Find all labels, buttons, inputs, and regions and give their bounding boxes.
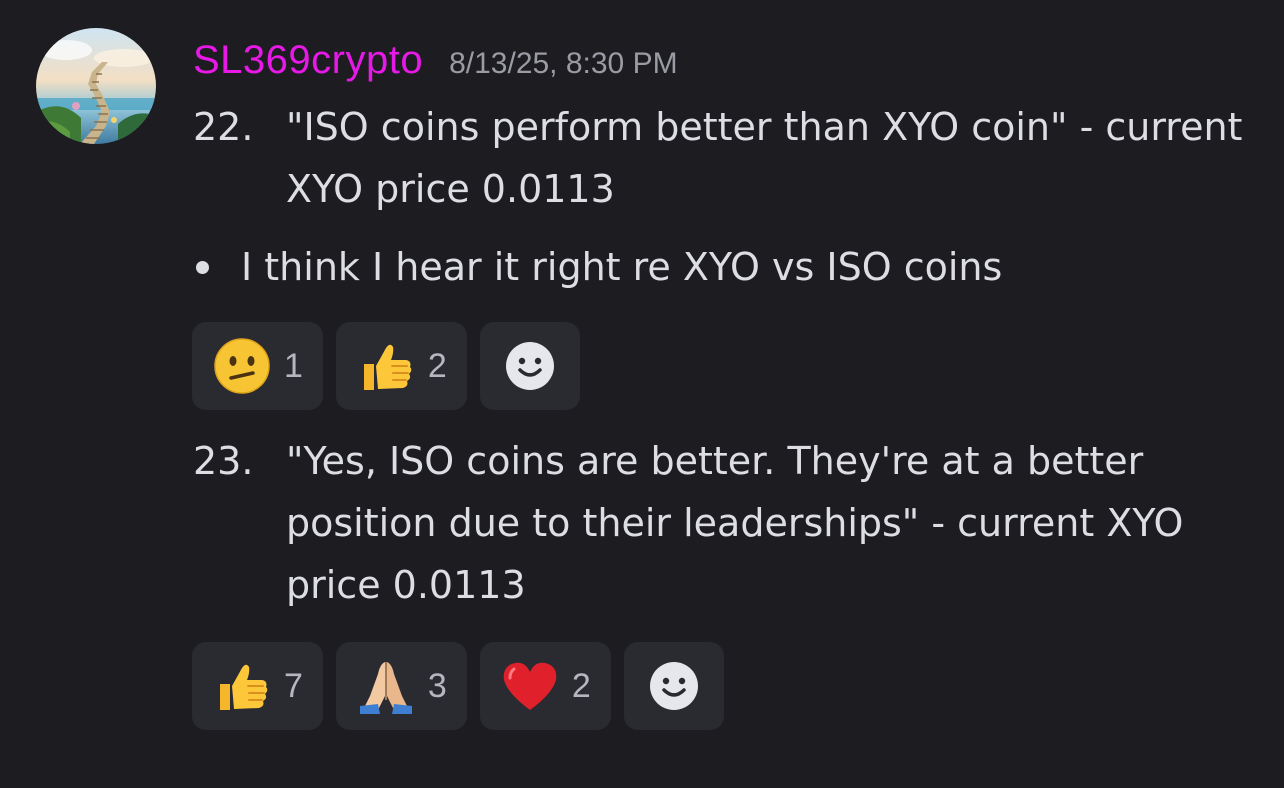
bullet-dot-icon [196,260,209,274]
message-header: SL369crypto 8/13/25, 8:30 PM [193,38,678,90]
user-avatar[interactable] [36,28,156,144]
reaction-bar: 7 3 2 [192,642,724,730]
thumbs-up-icon [212,656,272,716]
reaction-count: 1 [284,346,303,385]
folded-hands-icon [356,656,416,716]
add-reaction-smiley-icon [500,336,560,396]
chat-message: SL369crypto 8/13/25, 8:30 PM 22. "ISO co… [0,0,1284,788]
message-timestamp: 8/13/25, 8:30 PM [449,47,678,80]
add-reaction-button[interactable] [623,642,724,730]
list-number: 22. [193,105,254,149]
avatar-stairway-image [36,28,156,144]
reaction-thumbs-up[interactable]: 7 [192,642,323,730]
reaction-folded-hands[interactable]: 3 [335,642,467,730]
red-heart-icon [500,656,560,716]
confused-face-icon [212,336,272,396]
reaction-confused[interactable]: 1 [192,322,323,410]
bullet-item: I think I hear it right re XYO vs ISO co… [196,236,1002,298]
reaction-heart[interactable]: 2 [479,642,611,730]
list-text: "Yes, ISO coins are better. They're at a… [286,439,1184,607]
bullet-text: I think I hear it right re XYO vs ISO co… [241,245,1003,289]
reaction-count: 2 [571,666,591,705]
reaction-bar: 1 2 [192,322,580,410]
reaction-thumbs-up[interactable]: 2 [335,322,467,410]
add-reaction-button[interactable] [479,322,580,410]
reaction-count: 2 [427,346,447,385]
add-reaction-smiley-icon [644,656,704,716]
list-number: 23. [193,439,254,483]
username[interactable]: SL369crypto [193,38,423,83]
list-item-23: 23. "Yes, ISO coins are better. They're … [193,430,1251,616]
thumbs-up-icon [356,336,416,396]
list-item-22: 22. "ISO coins perform better than XYO c… [193,96,1251,220]
reaction-count: 3 [427,666,447,705]
list-text: "ISO coins perform better than XYO coin"… [286,105,1243,211]
reaction-count: 7 [284,666,303,705]
